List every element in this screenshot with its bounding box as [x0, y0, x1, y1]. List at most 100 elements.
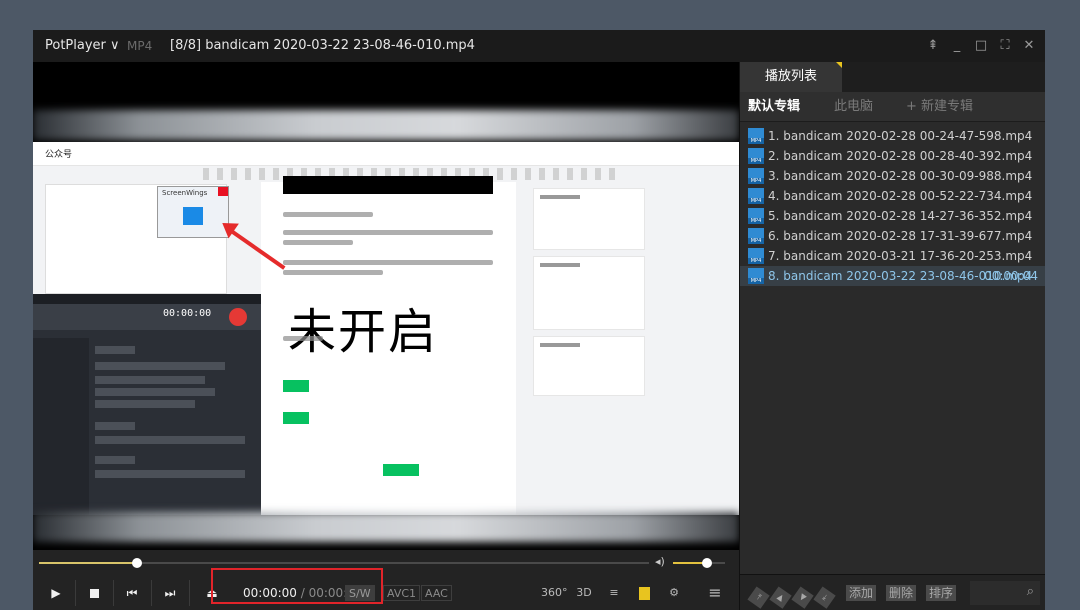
playlist-item[interactable]: 5. bandicam 2020-02-28 14-27-36-352.mp4 [740, 206, 1045, 226]
divider [189, 580, 190, 606]
mp4-file-icon [748, 168, 764, 184]
playlist: 1. bandicam 2020-02-28 00-24-47-598.mp4 2… [740, 126, 1045, 286]
delete-button[interactable]: 删除 [886, 585, 917, 601]
move-bottom-icon[interactable]: ⤓ [813, 586, 836, 609]
playlist-toggle-icon[interactable] [633, 583, 655, 603]
playlist-search[interactable]: ⌕ [970, 581, 1040, 605]
current-time: 00:00:00 [243, 586, 297, 600]
playlist-item-label: 6. bandicam 2020-02-28 17-31-39-677.mp4 [768, 229, 1033, 243]
playlist-item-label: 4. bandicam 2020-02-28 00-52-22-734.mp4 [768, 189, 1033, 203]
seek-handle[interactable] [131, 558, 142, 568]
volume-icon[interactable]: ◂) [655, 555, 665, 568]
divider [113, 580, 114, 606]
text-line [283, 240, 353, 245]
blurred-strip-bottom [33, 512, 739, 542]
minimize-icon[interactable]: _ [947, 36, 967, 56]
playlist-item[interactable]: 8. bandicam 2020-03-22 23-08-46-010.mp40… [740, 266, 1045, 286]
stop-button[interactable] [79, 580, 109, 606]
sw-decoder-badge[interactable]: S/W [345, 585, 375, 601]
add-button[interactable]: 添加 [846, 585, 877, 601]
move-up-icon[interactable]: ▲ [769, 586, 792, 609]
next-button[interactable]: ⏭ [155, 580, 185, 606]
mp4-file-icon [748, 148, 764, 164]
playlist-item[interactable]: 4. bandicam 2020-02-28 00-52-22-734.mp4 [740, 186, 1045, 206]
frame-heading: 未开启 [288, 304, 439, 360]
sort-button[interactable]: 排序 [926, 585, 957, 601]
format-label: MP4 [127, 39, 153, 53]
text-line [283, 336, 323, 341]
frame-side-panel [533, 256, 645, 330]
search-icon[interactable]: ⌕ [1027, 584, 1034, 599]
frame-side-panel [533, 188, 645, 250]
playlist-item[interactable]: 7. bandicam 2020-03-21 17-36-20-253.mp4 [740, 246, 1045, 266]
playlist-footer: ⤒ ▲ ▼ ⤓ 添加 删除 排序 ⌕ [740, 574, 1045, 610]
popup-title: ScreenWings [162, 189, 208, 197]
volume-handle[interactable] [701, 558, 712, 568]
windows-icon [183, 207, 203, 225]
tab-this-pc[interactable]: 此电脑 [834, 92, 873, 122]
mp4-file-icon [748, 188, 764, 204]
window-title: [8/8] bandicam 2020-03-22 23-08-46-010.m… [170, 38, 475, 53]
text-line [283, 260, 493, 265]
seek-progress [39, 562, 137, 564]
video-codec-badge[interactable]: AVC1 [383, 585, 421, 601]
divider [75, 580, 76, 606]
panel-tabs: 播放列表 [740, 62, 1045, 92]
video-area[interactable]: 公众号 未开启 ScreenWings 00:00:00 [33, 62, 739, 580]
playlist-item-label: 2. bandicam 2020-02-28 00-28-40-392.mp4 [768, 149, 1033, 163]
mp4-file-icon [748, 208, 764, 224]
text-line [283, 230, 493, 235]
frame-header: 公众号 [33, 142, 739, 166]
playlist-item-duration: 00:00:04 [984, 269, 1038, 283]
frame-logo: 公众号 [45, 150, 73, 160]
playlist-item-label: 7. bandicam 2020-03-21 17-36-20-253.mp4 [768, 249, 1033, 263]
maximize-icon[interactable]: □ [971, 36, 991, 56]
360-video-icon[interactable]: 360° [541, 583, 568, 603]
playlist-item[interactable]: 3. bandicam 2020-02-28 00-30-09-988.mp4 [740, 166, 1045, 186]
previous-button[interactable]: ⏮ [117, 580, 147, 606]
mp4-file-icon [748, 248, 764, 264]
playlist-panel: 播放列表 默认专辑 此电脑 + 新建专辑 1. bandicam 2020-02… [739, 62, 1045, 610]
text-line [283, 212, 373, 217]
close-icon[interactable]: ✕ [1019, 36, 1039, 56]
volume-slider[interactable] [673, 558, 725, 568]
audio-codec-badge[interactable]: AAC [421, 585, 452, 601]
seek-bar[interactable] [39, 558, 649, 568]
3d-icon[interactable]: 3D [573, 583, 595, 603]
move-top-icon[interactable]: ⤒ [747, 586, 770, 609]
frame-green-tag [283, 380, 309, 392]
equalizer-icon[interactable]: ≡ [603, 583, 625, 603]
frame-side-panel [533, 336, 645, 396]
tab-new-album[interactable]: + 新建专辑 [906, 92, 973, 122]
frame-green-button [383, 464, 419, 476]
playlist-item[interactable]: 1. bandicam 2020-02-28 00-24-47-598.mp4 [740, 126, 1045, 146]
control-bar: ◂) ▶ ⏮ ⏭ ⏏ 00:00:00 / 00:00:04 S/W AVC1 … [33, 550, 739, 610]
mp4-file-icon [748, 128, 764, 144]
menu-icon[interactable]: ≡ [703, 583, 727, 603]
play-button[interactable]: ▶ [41, 580, 71, 606]
blurred-strip-top [33, 110, 739, 140]
frame-recorder-window: 00:00:00 [33, 294, 261, 515]
playlist-item[interactable]: 2. bandicam 2020-02-28 00-28-40-392.mp4 [740, 146, 1045, 166]
player-window: PotPlayer ∨ MP4 [8/8] bandicam 2020-03-2… [33, 30, 1045, 610]
pin-icon[interactable]: ⇞ [923, 36, 943, 56]
mp4-file-icon [748, 268, 764, 284]
tab-playlist[interactable]: 播放列表 [740, 62, 842, 92]
move-down-icon[interactable]: ▼ [791, 586, 814, 609]
time-separator: / [300, 586, 305, 600]
text-line [283, 270, 383, 275]
app-menu-button[interactable]: PotPlayer ∨ [45, 38, 120, 53]
video-frame-content: 公众号 未开启 ScreenWings 00:00:00 [33, 142, 739, 515]
album-tabs: 默认专辑 此电脑 + 新建专辑 [740, 92, 1045, 122]
tab-default-album[interactable]: 默认专辑 [748, 92, 800, 122]
open-file-icon[interactable]: ⏏ [197, 580, 227, 606]
title-bar[interactable]: PotPlayer ∨ MP4 [8/8] bandicam 2020-03-2… [33, 30, 1045, 62]
playlist-item-label: 5. bandicam 2020-02-28 14-27-36-352.mp4 [768, 209, 1033, 223]
popup-close-icon [218, 187, 228, 196]
playlist-item[interactable]: 6. bandicam 2020-02-28 17-31-39-677.mp4 [740, 226, 1045, 246]
playlist-item-label: 1. bandicam 2020-02-28 00-24-47-598.mp4 [768, 129, 1033, 143]
record-icon [229, 308, 247, 326]
settings-gear-icon[interactable]: ⚙ [663, 583, 685, 603]
fullscreen-icon[interactable]: ⛶ [995, 36, 1015, 56]
recorder-timer: 00:00:00 [163, 308, 212, 319]
